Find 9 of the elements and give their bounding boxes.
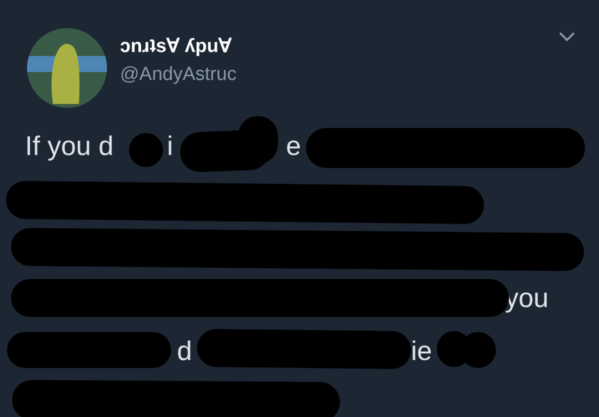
- tweet-text-fragment: If you d: [25, 130, 114, 162]
- tweet-text-fragment: e: [286, 130, 302, 162]
- tweet-text-fragment: ie: [411, 335, 432, 367]
- redaction-scribble: [129, 133, 163, 167]
- chevron-down-icon[interactable]: [559, 32, 575, 42]
- user-handle: @AndyAstruc: [120, 64, 238, 86]
- display-name: ɔnɹʇs∀ ʎpu∀: [120, 35, 233, 58]
- tweet-text-fragment: i: [167, 130, 173, 162]
- tweet-text-fragment: d: [177, 335, 192, 367]
